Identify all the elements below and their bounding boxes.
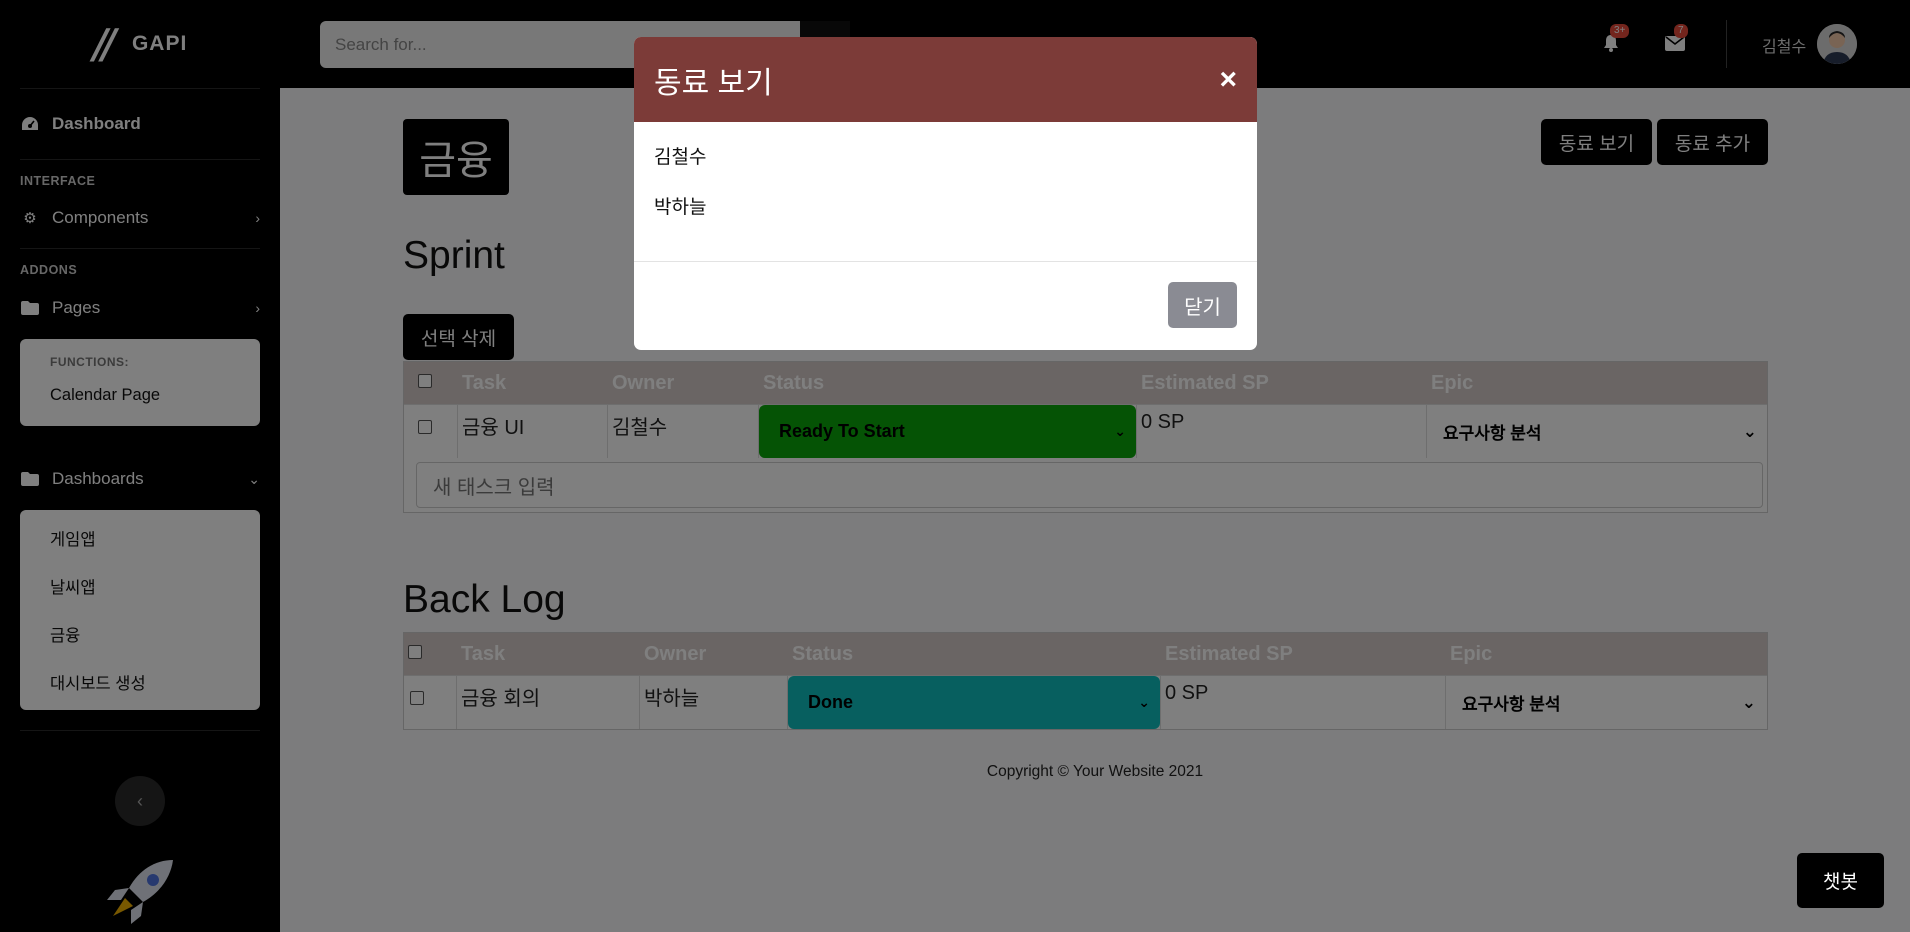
modal-footer: 닫기 (634, 262, 1257, 350)
chatbot-button[interactable]: 챗봇 (1797, 853, 1884, 908)
colleague-item: 박하늘 (654, 197, 707, 218)
close-icon[interactable]: × (1219, 64, 1237, 95)
modal-header: 동료 보기 × (634, 37, 1257, 122)
view-colleagues-modal: 동료 보기 × 김철수 박하늘 닫기 (634, 37, 1257, 350)
modal-close-button[interactable]: 닫기 (1168, 282, 1237, 328)
colleague-item: 김철수 (654, 147, 707, 168)
modal-body: 김철수 박하늘 (634, 122, 1257, 262)
modal-title: 동료 보기 (654, 66, 773, 100)
